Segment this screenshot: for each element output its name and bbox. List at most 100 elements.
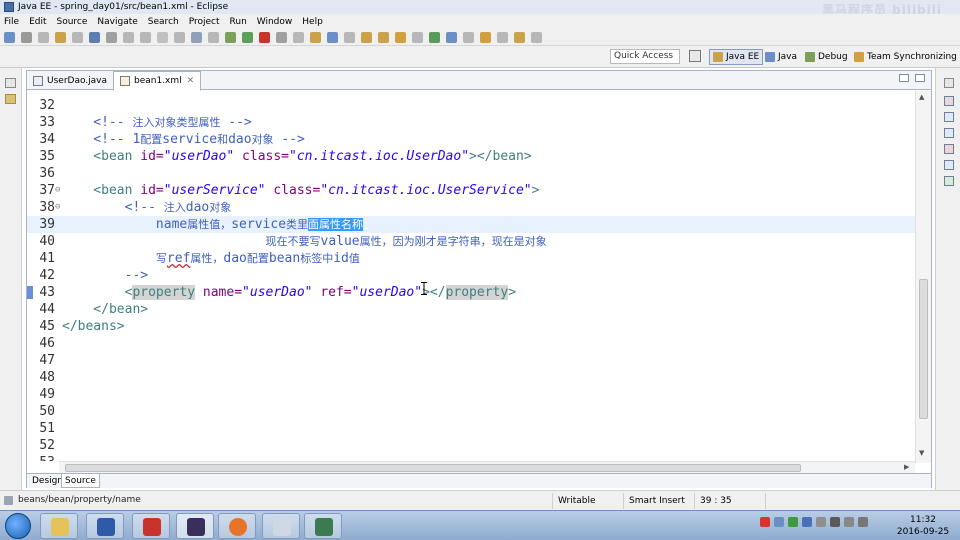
outline-icon[interactable]: [944, 96, 954, 106]
taskbar-tool[interactable]: [262, 513, 300, 539]
toolbar-button-icon[interactable]: [225, 32, 236, 43]
code-line[interactable]: 39 name属性值，service类里面属性名称: [27, 216, 915, 233]
code-line[interactable]: 46: [27, 335, 915, 352]
menu-file[interactable]: File: [4, 17, 19, 27]
network-icon[interactable]: [844, 517, 854, 527]
tray-icon[interactable]: [774, 517, 784, 527]
scroll-right-icon[interactable]: ▶: [904, 463, 909, 471]
volume-icon[interactable]: [858, 517, 868, 527]
code-line[interactable]: 38 ⊖ <!-- 注入dao对象: [27, 199, 915, 216]
sogou-icon[interactable]: [760, 517, 770, 527]
taskbar-word[interactable]: [86, 513, 124, 539]
perspective-debug[interactable]: Debug: [802, 49, 851, 65]
minimize-icon[interactable]: [899, 74, 909, 82]
menu-search[interactable]: Search: [148, 17, 179, 27]
taskbar-eclipse[interactable]: [176, 513, 214, 539]
code-line[interactable]: 44 </bean>: [27, 301, 915, 318]
code-editor[interactable]: 32 33 <!-- 注入对象类型属性 --> 34 <!-- 1配置service…: [27, 91, 915, 461]
code-line[interactable]: 45 </beans>: [27, 318, 915, 335]
perspective-java[interactable]: Java: [762, 49, 800, 65]
task-list-icon[interactable]: [944, 112, 954, 122]
toolbar-button-icon[interactable]: [395, 32, 406, 43]
code-line[interactable]: 32: [27, 97, 915, 114]
quick-access-input[interactable]: Quick Access: [610, 49, 680, 64]
toolbar-button-icon[interactable]: [293, 32, 304, 43]
taskbar-clock[interactable]: 11:32 2016-09-25: [890, 514, 956, 538]
servers-icon[interactable]: [944, 176, 954, 186]
code-line[interactable]: 43 <property name="userDao" ref="userDao…: [27, 284, 915, 301]
vertical-scrollbar[interactable]: ▲ ▼: [915, 91, 931, 463]
tab-userdao-java[interactable]: UserDao.java: [27, 71, 115, 90]
toolbar-button-icon[interactable]: [259, 32, 270, 43]
menu-run[interactable]: Run: [230, 17, 247, 27]
taskbar-explorer[interactable]: [40, 513, 78, 539]
toolbar-button-icon[interactable]: [38, 32, 49, 43]
toolbar-button-icon[interactable]: [412, 32, 423, 43]
toolbar-button-icon[interactable]: [123, 32, 134, 43]
taskbar-firefox[interactable]: [218, 513, 256, 539]
perspective-team-sync[interactable]: Team Synchronizing: [851, 49, 960, 65]
toolbar-button-icon[interactable]: [208, 32, 219, 43]
toolbar-button-icon[interactable]: [174, 32, 185, 43]
fold-toggle-icon[interactable]: ⊖: [55, 199, 60, 216]
toolbar-button-icon[interactable]: [361, 32, 372, 43]
code-line[interactable]: 40 现在不要写value属性，因为刚才是字符串，现在是对象: [27, 233, 915, 250]
code-line[interactable]: 47: [27, 352, 915, 369]
scroll-thumb-horizontal[interactable]: [65, 464, 801, 472]
code-line[interactable]: 49: [27, 386, 915, 403]
toolbar-button-icon[interactable]: [106, 32, 117, 43]
code-line[interactable]: 48: [27, 369, 915, 386]
code-line[interactable]: 36: [27, 165, 915, 182]
toolbar-button-icon[interactable]: [157, 32, 168, 43]
properties-icon[interactable]: [944, 160, 954, 170]
code-line[interactable]: 37 ⊖ <bean id="userService" class="cn.itc…: [27, 182, 915, 199]
tray-icon[interactable]: [802, 517, 812, 527]
open-perspective-icon[interactable]: [689, 50, 701, 62]
code-line[interactable]: 34 <!-- 1配置service和dao对象 -->: [27, 131, 915, 148]
toolbar-button-icon[interactable]: [463, 32, 474, 43]
markers-icon[interactable]: [944, 144, 954, 154]
scroll-down-icon[interactable]: ▼: [919, 449, 924, 457]
toolbar-button-icon[interactable]: [89, 32, 100, 43]
tray-icon[interactable]: [830, 517, 840, 527]
toolbar-button-icon[interactable]: [497, 32, 508, 43]
tray-icon[interactable]: [816, 517, 826, 527]
taskbar-app-red[interactable]: [132, 513, 170, 539]
code-line[interactable]: 42 -->: [27, 267, 915, 284]
toolbar-button-icon[interactable]: [429, 32, 440, 43]
code-line[interactable]: 35 <bean id="userDao" class="cn.itcast.i…: [27, 148, 915, 165]
toolbar-button-icon[interactable]: [446, 32, 457, 43]
toolbar-button-icon[interactable]: [55, 32, 66, 43]
restore-icon[interactable]: [944, 78, 954, 88]
taskbar-window[interactable]: [304, 513, 342, 539]
menu-navigate[interactable]: Navigate: [97, 17, 137, 27]
toolbar-button-icon[interactable]: [480, 32, 491, 43]
toolbar-button-icon[interactable]: [72, 32, 83, 43]
package-explorer-icon[interactable]: [5, 94, 16, 104]
toolbar-button-icon[interactable]: [242, 32, 253, 43]
code-line[interactable]: 51: [27, 420, 915, 437]
menu-window[interactable]: Window: [257, 17, 293, 27]
menu-edit[interactable]: Edit: [29, 17, 46, 27]
toolbar-button-icon[interactable]: [344, 32, 355, 43]
toolbar-button-icon[interactable]: [140, 32, 151, 43]
tab-source[interactable]: Source: [61, 474, 100, 488]
restore-icon[interactable]: [5, 78, 16, 88]
toolbar-button-icon[interactable]: [514, 32, 525, 43]
close-icon[interactable]: ✕: [187, 76, 195, 86]
toolbar-button-icon[interactable]: [191, 32, 202, 43]
fold-toggle-icon[interactable]: ⊖: [55, 182, 60, 199]
perspective-java-ee[interactable]: Java EE: [709, 49, 764, 65]
toolbar-button-icon[interactable]: [327, 32, 338, 43]
code-line[interactable]: 53: [27, 454, 915, 461]
toolbar-button-icon[interactable]: [21, 32, 32, 43]
horizontal-scrollbar[interactable]: ▶: [59, 461, 915, 473]
toolbar-button-icon[interactable]: [378, 32, 389, 43]
code-line[interactable]: 50: [27, 403, 915, 420]
menu-source[interactable]: Source: [57, 17, 88, 27]
tray-icon[interactable]: [788, 517, 798, 527]
menu-project[interactable]: Project: [189, 17, 220, 27]
maximize-icon[interactable]: [915, 74, 925, 82]
toolbar-button-icon[interactable]: [310, 32, 321, 43]
menu-help[interactable]: Help: [302, 17, 323, 27]
